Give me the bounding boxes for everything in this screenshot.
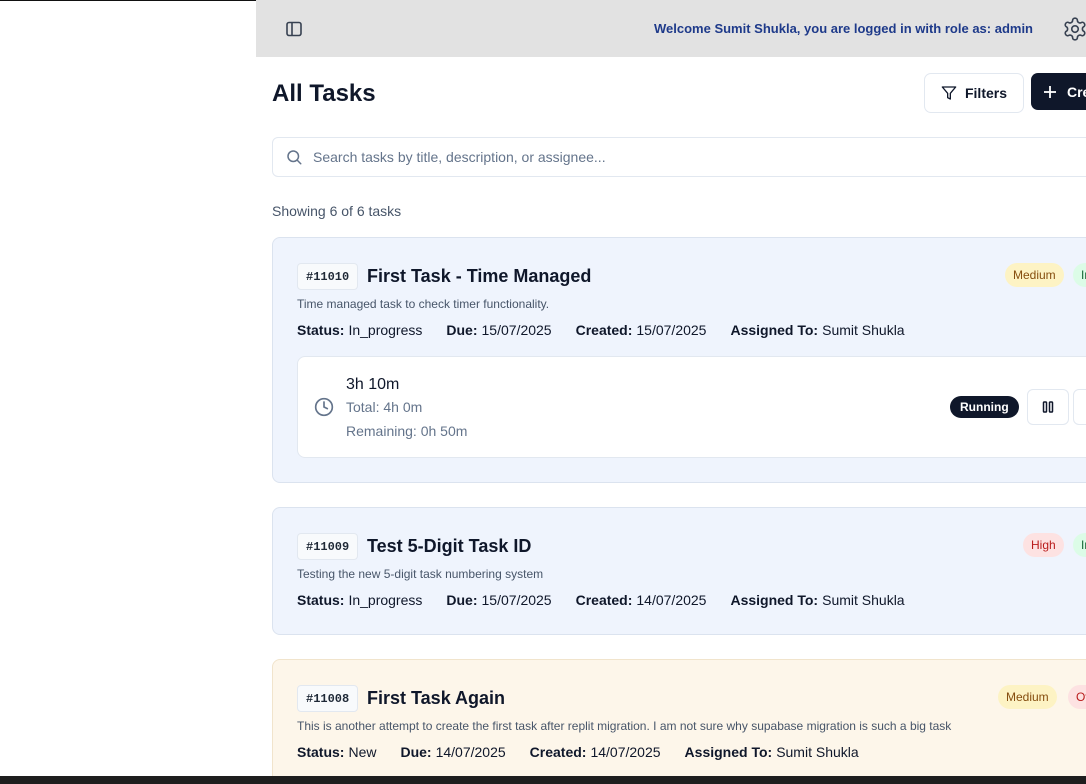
status-badge: In Progress (1073, 263, 1086, 287)
created-label: Created: (575, 592, 633, 608)
status-label: Status: (297, 744, 345, 760)
settings-gear-icon[interactable] (1062, 16, 1086, 42)
task-title: First Task - Time Managed (367, 266, 592, 286)
task-id: #11009 (297, 533, 359, 560)
task-card[interactable]: #11008 First Task Again Medium Overdue T… (272, 659, 1086, 776)
due-label: Due: (400, 744, 432, 760)
pause-button[interactable] (1027, 389, 1069, 425)
created-label: Created: (575, 322, 633, 338)
assigned-label: Assigned To: (730, 322, 819, 338)
assigned-value: Sumit Shukla (822, 592, 905, 608)
welcome-message: Welcome Sumit Shukla, you are logged in … (654, 21, 1033, 36)
task-meta: Status: New Due: 14/07/2025 Created: 14/07/… (297, 744, 883, 760)
status-label: Status: (297, 592, 345, 608)
task-card[interactable]: #11010 First Task - Time Managed Medium … (272, 237, 1086, 483)
status-value: In_progress (348, 322, 423, 338)
timer-total: Total: 4h 0m (346, 399, 423, 415)
sidebar (0, 1, 256, 776)
task-timer-panel: 3h 10m Total: 4h 0m Remaining: 0h 50m Ru… (297, 356, 1086, 458)
status-label: Status: (297, 322, 345, 338)
due-label: Due: (446, 322, 478, 338)
task-title: First Task Again (367, 688, 506, 708)
priority-badge: High (1023, 533, 1064, 557)
clock-icon (314, 397, 334, 417)
create-task-button[interactable]: Create Task (1031, 73, 1086, 110)
timer-remaining: Remaining: 0h 50m (346, 423, 468, 439)
created-value: 15/07/2025 (636, 322, 707, 338)
top-header: Welcome Sumit Shukla, you are logged in … (256, 0, 1086, 57)
assigned-value: Sumit Shukla (776, 744, 859, 760)
search-input[interactable] (313, 149, 1073, 165)
due-value: 14/07/2025 (435, 744, 506, 760)
pause-icon (1042, 401, 1054, 413)
task-card[interactable]: #11009 Test 5-Digit Task ID High In Prog… (272, 507, 1086, 635)
status-value: In_progress (348, 592, 423, 608)
sidebar-toggle-icon[interactable] (284, 19, 304, 39)
filters-button[interactable]: Filters (924, 73, 1024, 113)
overdue-badge: Overdue (1068, 685, 1086, 709)
stop-button[interactable] (1073, 389, 1086, 425)
priority-badge: Medium (1005, 263, 1064, 287)
priority-badge: Medium (998, 685, 1057, 709)
main-content: All Tasks Filters Create Task Showing 6 … (256, 57, 1086, 776)
search-icon (287, 150, 302, 165)
status-value: New (348, 744, 377, 760)
assigned-label: Assigned To: (684, 744, 773, 760)
task-id: #11008 (297, 685, 359, 712)
task-meta: Status: In_progress Due: 15/07/2025 Create… (297, 322, 929, 338)
search-box (272, 137, 1086, 177)
created-value: 14/07/2025 (636, 592, 707, 608)
task-title: Test 5-Digit Task ID (367, 536, 532, 556)
due-value: 15/07/2025 (481, 592, 552, 608)
task-meta: Status: In_progress Due: 15/07/2025 Create… (297, 592, 929, 608)
window-bottom-edge (0, 776, 1086, 784)
task-description: Time managed task to check timer functio… (297, 297, 550, 311)
filter-icon (941, 86, 957, 100)
page-title: All Tasks (272, 80, 376, 107)
task-id: #11010 (297, 263, 359, 290)
create-task-label: Create Task (1067, 83, 1086, 100)
plus-icon (1044, 85, 1056, 98)
status-badge: In Progress (1073, 533, 1086, 557)
timer-state-badge: Running (950, 396, 1019, 418)
filters-label: Filters (964, 85, 1007, 101)
assigned-label: Assigned To: (730, 592, 819, 608)
created-value: 14/07/2025 (590, 744, 661, 760)
timer-elapsed: 3h 10m (346, 376, 400, 393)
due-label: Due: (446, 592, 478, 608)
assigned-value: Sumit Shukla (822, 322, 905, 338)
results-count: Showing 6 of 6 tasks (272, 203, 402, 219)
created-label: Created: (529, 744, 587, 760)
task-description: This is another attempt to create the fi… (297, 719, 952, 733)
due-value: 15/07/2025 (481, 322, 552, 338)
task-description: Testing the new 5-digit task numbering s… (297, 567, 544, 581)
